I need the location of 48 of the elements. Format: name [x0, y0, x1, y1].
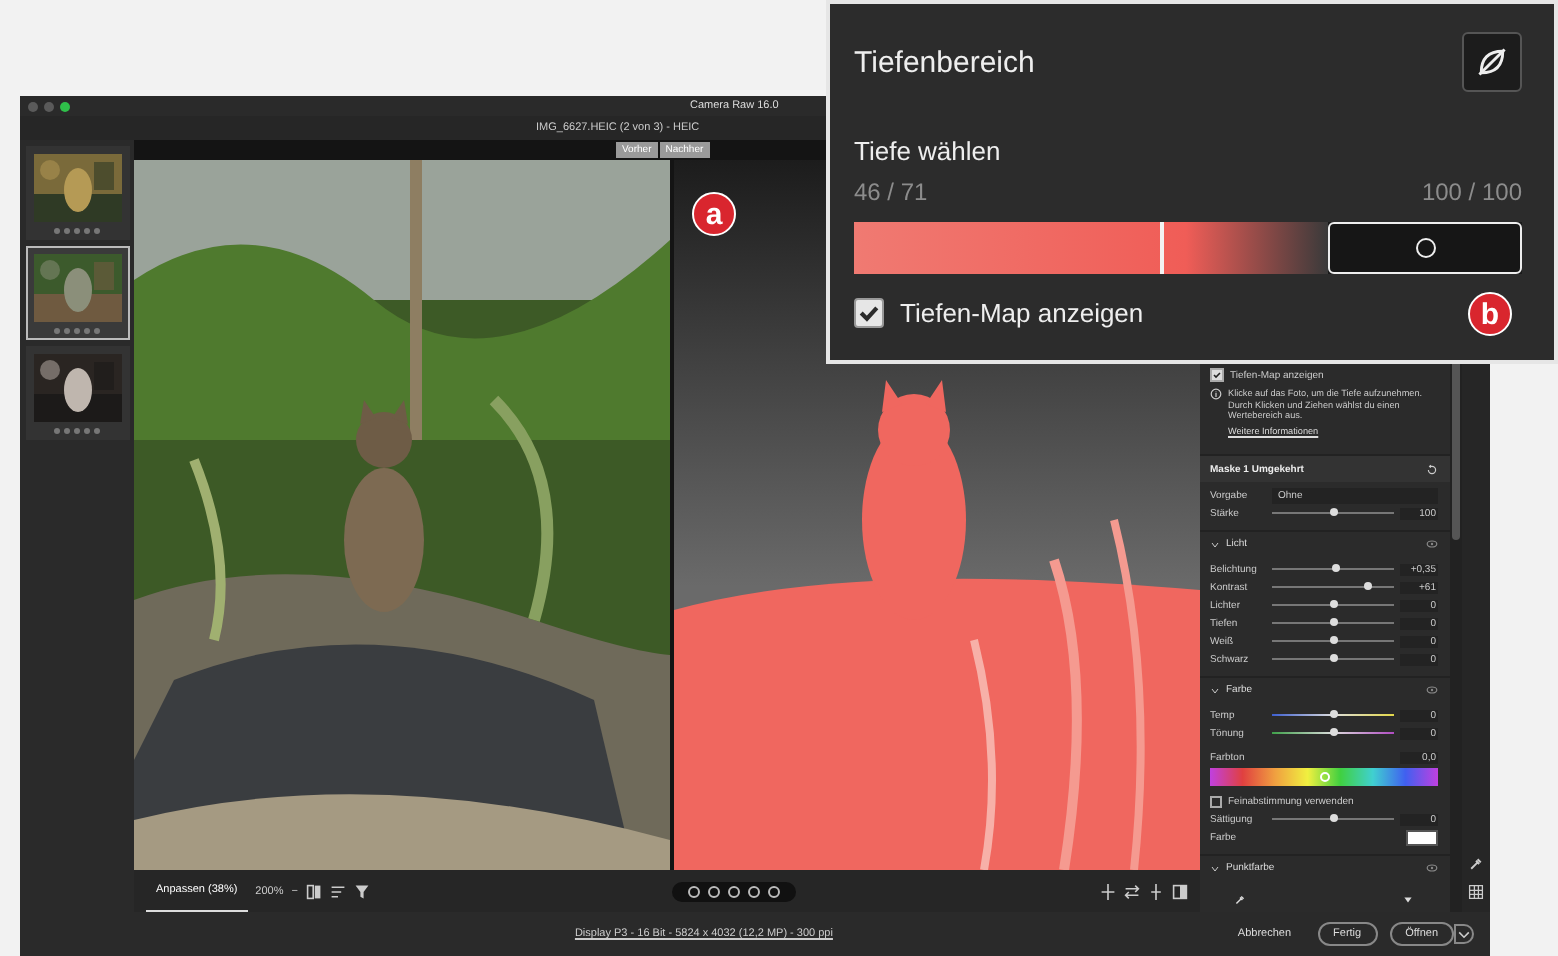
filter-icon[interactable] [353, 883, 370, 899]
slider-thumb[interactable] [1329, 618, 1337, 627]
sort-icon[interactable] [329, 883, 346, 899]
slider-thumb[interactable] [1329, 508, 1337, 517]
hue-thumb[interactable] [1319, 772, 1329, 783]
swap-icon[interactable] [1124, 883, 1140, 899]
depth-range-bar[interactable] [854, 222, 1522, 274]
chevron-icon[interactable] [1210, 685, 1220, 696]
depth-map-button[interactable] [1462, 32, 1522, 92]
depth-label: Tiefe wählen [854, 136, 1003, 166]
slider-thumb[interactable] [1329, 728, 1337, 737]
slider-thumb[interactable] [1329, 636, 1337, 645]
chevron-icon[interactable] [1210, 539, 1220, 550]
slider-thumb[interactable] [1329, 600, 1337, 609]
thumbnail[interactable] [25, 246, 129, 340]
popup-title: Tiefenbereich [854, 45, 1035, 79]
range-selection[interactable] [1328, 222, 1522, 274]
info-icon [1210, 388, 1222, 400]
compare-icon[interactable] [305, 883, 322, 899]
eyedropper-icon[interactable] [1468, 856, 1484, 872]
eyedropper-icon[interactable] [1234, 893, 1246, 906]
leaf-slash-icon [1474, 44, 1510, 80]
checkbox[interactable] [1210, 368, 1224, 382]
thumbnail[interactable] [25, 146, 129, 240]
checkbox[interactable] [1210, 795, 1222, 808]
checkbox-label: Tiefen-Map anzeigen [900, 298, 1144, 328]
zoom-icon[interactable] [60, 101, 70, 111]
eye-icon[interactable] [1426, 684, 1438, 697]
star-rating[interactable] [672, 881, 797, 901]
reset-icon[interactable] [1426, 463, 1438, 476]
eye-icon[interactable] [1426, 862, 1438, 875]
slider-thumb[interactable] [1363, 582, 1372, 591]
hue-bar[interactable] [1210, 768, 1438, 787]
thumbnail[interactable] [25, 346, 129, 440]
grid-icon[interactable] [1468, 884, 1484, 900]
depth-reading: 100 / 100 [1421, 178, 1522, 206]
slider-thumb[interactable] [1331, 564, 1340, 573]
chevron-icon[interactable] [1210, 863, 1220, 874]
checkbox[interactable] [854, 298, 884, 328]
depth-reading: 46 / 71 [854, 178, 928, 206]
caret-icon[interactable] [1402, 893, 1414, 906]
depth-marker[interactable] [1159, 222, 1164, 274]
color-swatch[interactable] [1406, 829, 1438, 846]
slider-thumb[interactable] [1329, 710, 1337, 719]
slider-thumb[interactable] [1329, 814, 1337, 823]
split-view-icon[interactable] [1172, 883, 1188, 899]
eye-icon[interactable] [1426, 538, 1438, 551]
slider-thumb[interactable] [1329, 654, 1337, 663]
